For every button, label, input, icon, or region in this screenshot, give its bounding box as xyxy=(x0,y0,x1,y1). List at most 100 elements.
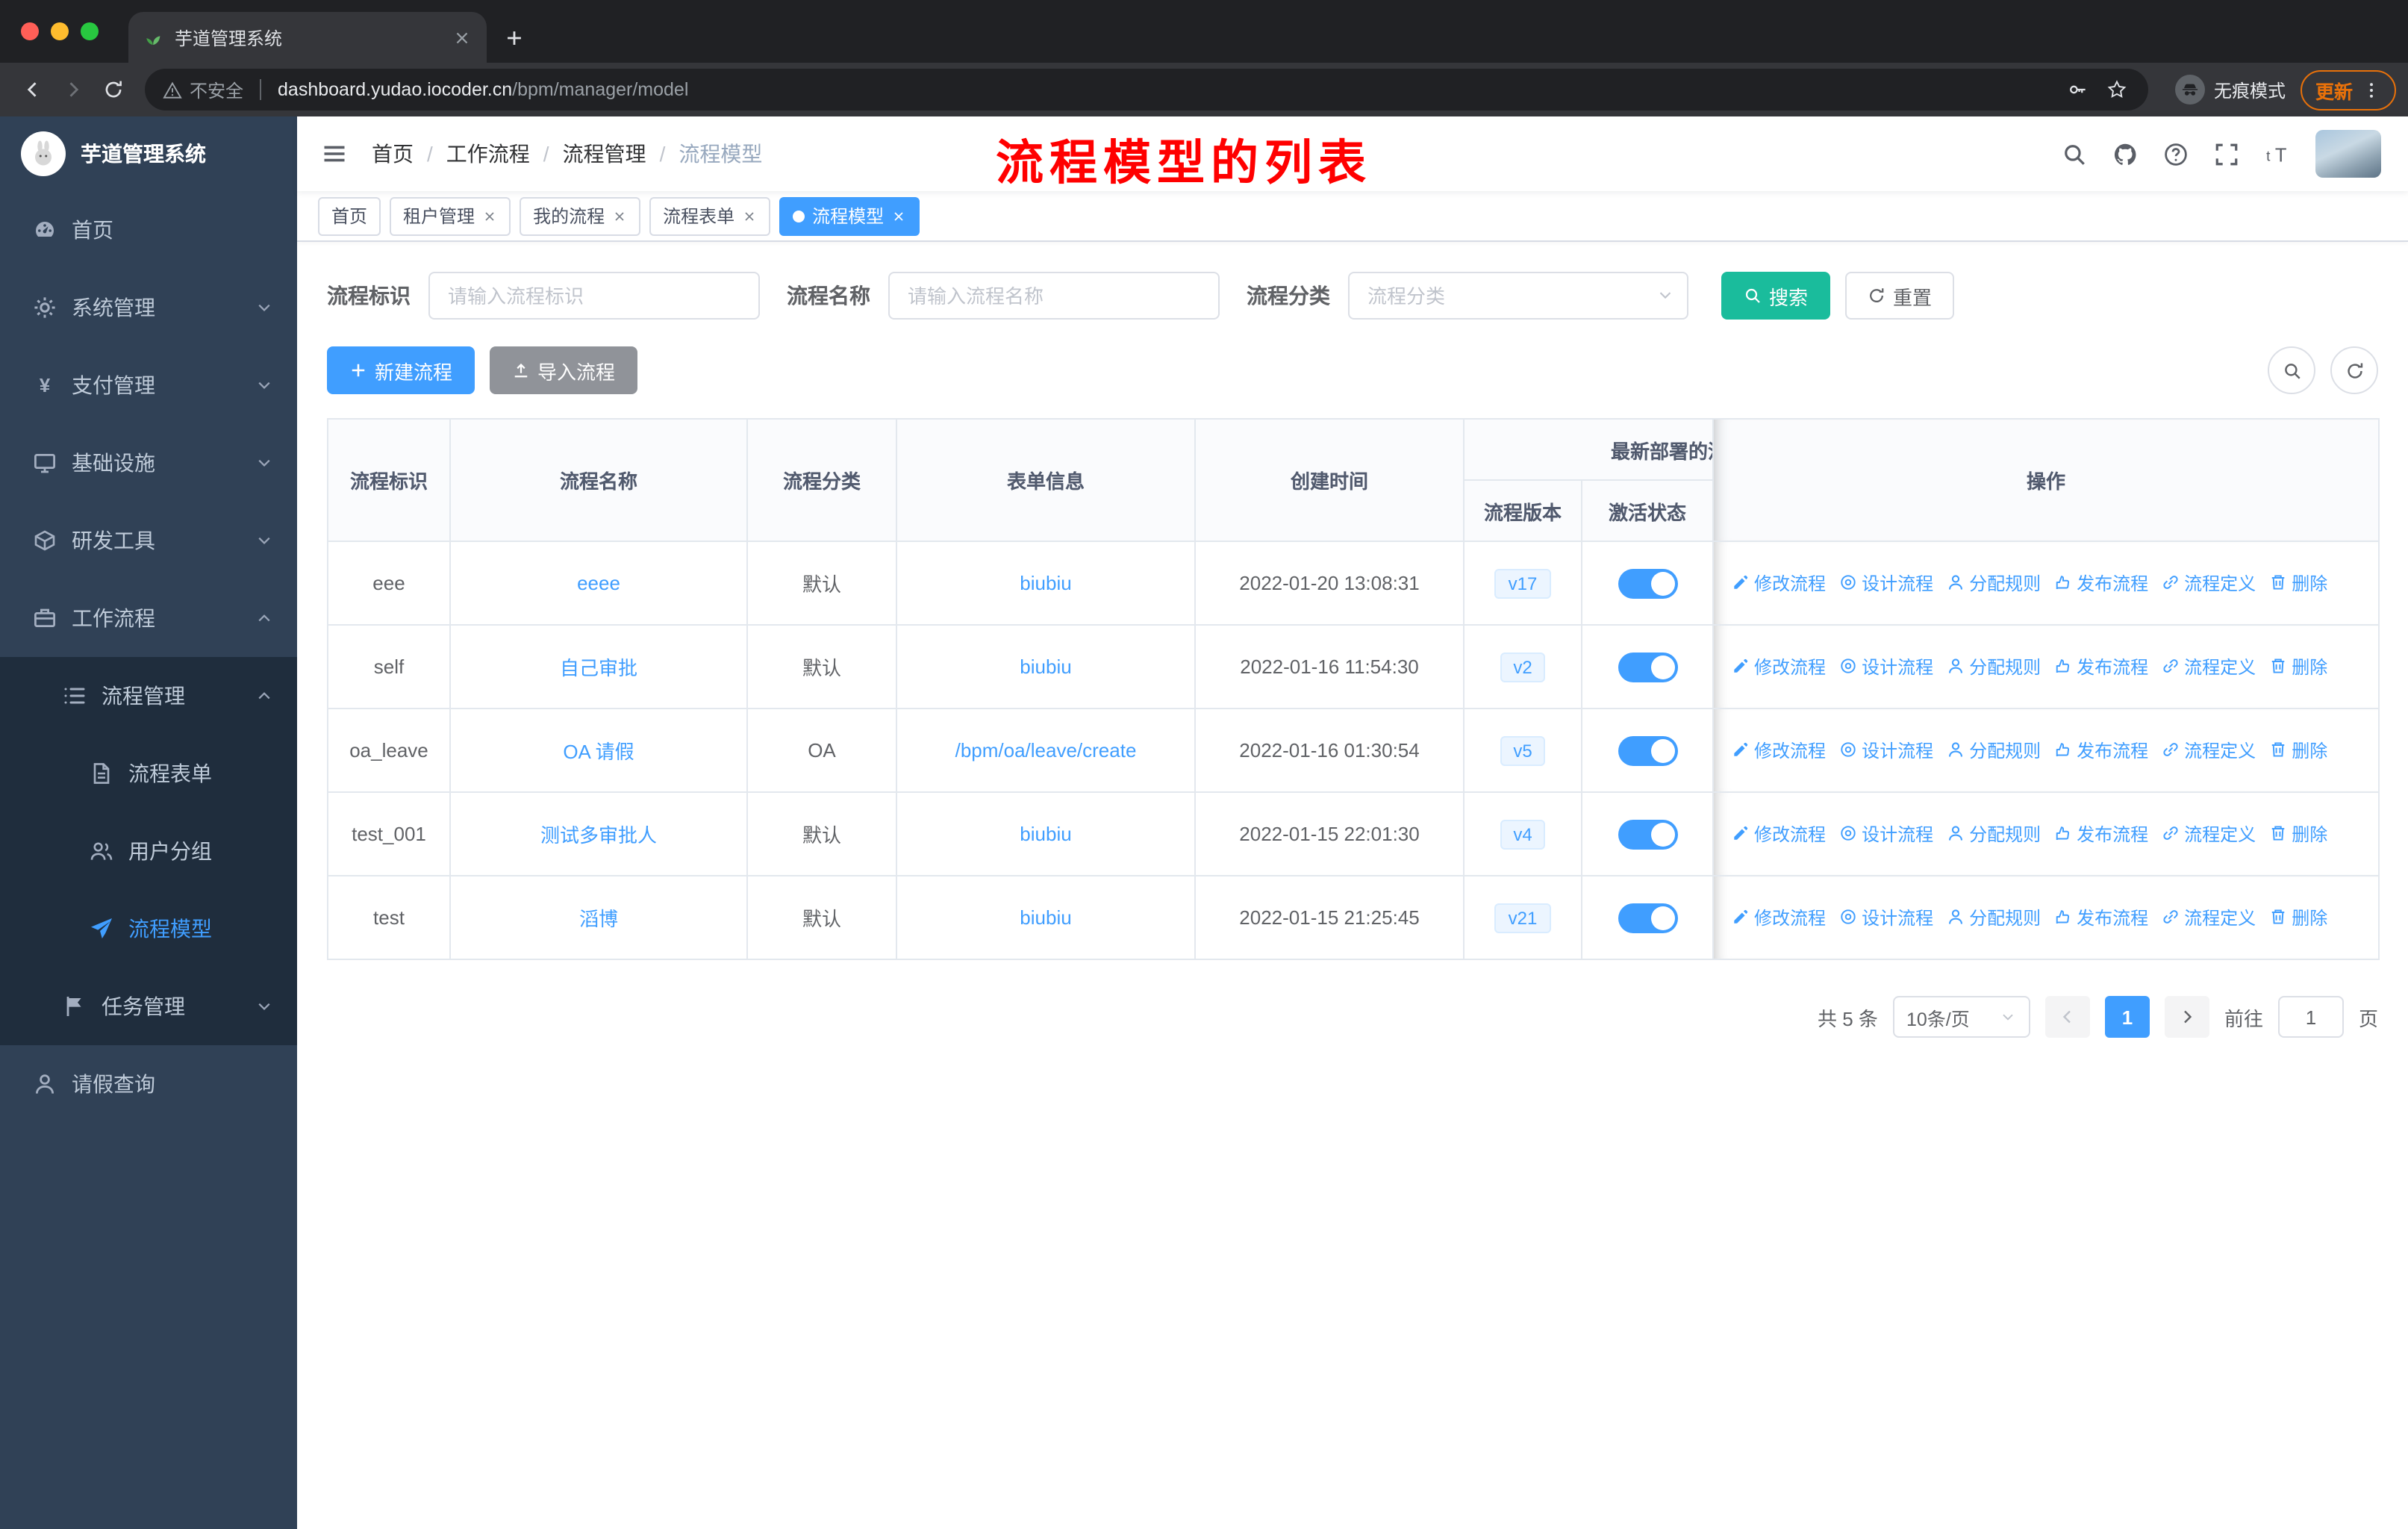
tag-0[interactable]: 首页 xyxy=(318,196,381,235)
import-process-button[interactable]: 导入流程 xyxy=(490,346,638,394)
toggle-search-button[interactable] xyxy=(2268,346,2315,394)
action-publish[interactable]: 发布流程 xyxy=(2054,738,2148,763)
tag-3[interactable]: 流程表单 xyxy=(649,196,771,235)
address-bar[interactable]: 不安全 dashboard.yudao.iocoder.cn/bpm/manag… xyxy=(145,69,2148,110)
breadcrumb-item[interactable]: 工作流程 xyxy=(446,139,530,169)
sidebar-item-leave-query[interactable]: 请假查询 xyxy=(0,1045,297,1123)
prev-page-button[interactable] xyxy=(2044,996,2090,1038)
minimize-window-button[interactable] xyxy=(51,22,69,40)
hamburger-icon[interactable] xyxy=(297,140,372,167)
action-publish[interactable]: 发布流程 xyxy=(2054,570,2148,596)
header-search-icon[interactable] xyxy=(2062,141,2087,166)
next-page-button[interactable] xyxy=(2164,996,2209,1038)
action-assign[interactable]: 分配规则 xyxy=(1947,738,2041,763)
action-publish[interactable]: 发布流程 xyxy=(2054,654,2148,679)
sidebar-item-task-mgmt[interactable]: 任务管理 xyxy=(0,968,297,1045)
tag-2[interactable]: 我的流程 xyxy=(520,196,641,235)
tab-close-icon[interactable] xyxy=(452,28,472,47)
active-toggle[interactable] xyxy=(1618,568,1677,598)
action-design[interactable]: 设计流程 xyxy=(1839,821,1933,847)
action-definition[interactable]: 流程定义 xyxy=(2162,821,2256,847)
sidebar-item-payment[interactable]: ¥ 支付管理 xyxy=(0,346,297,424)
form-link[interactable]: biubiu xyxy=(1020,572,1071,594)
close-icon[interactable] xyxy=(891,208,906,223)
action-assign[interactable]: 分配规则 xyxy=(1947,821,2041,847)
filter-category-select[interactable] xyxy=(1348,272,1688,320)
action-delete[interactable]: 删除 xyxy=(2269,905,2327,930)
github-icon[interactable] xyxy=(2112,141,2138,166)
bookmark-star-icon[interactable] xyxy=(2106,79,2127,100)
action-design[interactable]: 设计流程 xyxy=(1839,654,1933,679)
breadcrumb-item[interactable]: 流程管理 xyxy=(563,139,646,169)
action-publish[interactable]: 发布流程 xyxy=(2054,821,2148,847)
avatar[interactable] xyxy=(2315,130,2381,178)
filter-category-input[interactable] xyxy=(1348,272,1688,320)
zoom-window-button[interactable] xyxy=(81,22,99,40)
password-key-icon[interactable] xyxy=(2068,79,2089,100)
process-name-link[interactable]: 自己审批 xyxy=(560,657,637,679)
close-icon[interactable] xyxy=(612,208,627,223)
active-toggle[interactable] xyxy=(1618,735,1677,765)
create-process-button[interactable]: 新建流程 xyxy=(327,346,475,394)
action-edit[interactable]: 修改流程 xyxy=(1732,905,1826,930)
browser-tab[interactable]: 芋道管理系统 xyxy=(128,12,487,63)
tag-1[interactable]: 租户管理 xyxy=(390,196,511,235)
sidebar-item-process-model[interactable]: 流程模型 xyxy=(0,890,297,968)
form-link[interactable]: biubiu xyxy=(1020,823,1071,845)
active-toggle[interactable] xyxy=(1618,652,1677,682)
reload-button[interactable] xyxy=(93,69,133,110)
action-assign[interactable]: 分配规则 xyxy=(1947,654,2041,679)
action-edit[interactable]: 修改流程 xyxy=(1732,738,1826,763)
action-definition[interactable]: 流程定义 xyxy=(2162,738,2256,763)
sidebar-item-user-group[interactable]: 用户分组 xyxy=(0,812,297,890)
sidebar-item-system[interactable]: 系统管理 xyxy=(0,269,297,346)
process-name-link[interactable]: eeee xyxy=(577,572,620,594)
sidebar-item-infrastructure[interactable]: 基础设施 xyxy=(0,424,297,502)
action-definition[interactable]: 流程定义 xyxy=(2162,905,2256,930)
sidebar-item-process-form[interactable]: 流程表单 xyxy=(0,735,297,812)
form-link[interactable]: biubiu xyxy=(1020,906,1071,929)
action-design[interactable]: 设计流程 xyxy=(1839,570,1933,596)
action-definition[interactable]: 流程定义 xyxy=(2162,570,2256,596)
close-window-button[interactable] xyxy=(21,22,39,40)
sidebar-item-workflow[interactable]: 工作流程 xyxy=(0,579,297,657)
process-name-link[interactable]: 滔博 xyxy=(579,908,618,930)
action-delete[interactable]: 删除 xyxy=(2269,821,2327,847)
action-design[interactable]: 设计流程 xyxy=(1839,738,1933,763)
close-icon[interactable] xyxy=(482,208,497,223)
fullscreen-icon[interactable] xyxy=(2214,141,2239,166)
update-chrome-button[interactable]: 更新 xyxy=(2300,69,2396,110)
tag-4[interactable]: 流程模型 xyxy=(779,196,920,235)
action-edit[interactable]: 修改流程 xyxy=(1732,821,1826,847)
new-tab-button[interactable] xyxy=(505,28,524,48)
action-publish[interactable]: 发布流程 xyxy=(2054,905,2148,930)
filter-name-input[interactable] xyxy=(888,272,1220,320)
refresh-table-button[interactable] xyxy=(2330,346,2378,394)
process-name-link[interactable]: 测试多审批人 xyxy=(540,824,657,847)
process-name-link[interactable]: OA 请假 xyxy=(563,741,634,763)
sidebar-item-home[interactable]: 首页 xyxy=(0,191,297,269)
action-edit[interactable]: 修改流程 xyxy=(1732,654,1826,679)
action-assign[interactable]: 分配规则 xyxy=(1947,905,2041,930)
form-link[interactable]: biubiu xyxy=(1020,655,1071,678)
filter-key-input[interactable] xyxy=(428,272,760,320)
form-link[interactable]: /bpm/oa/leave/create xyxy=(955,739,1137,762)
reset-button[interactable]: 重置 xyxy=(1845,272,1955,320)
sidebar-item-devtools[interactable]: 研发工具 xyxy=(0,502,297,579)
action-design[interactable]: 设计流程 xyxy=(1839,905,1933,930)
close-icon[interactable] xyxy=(742,208,757,223)
action-assign[interactable]: 分配规则 xyxy=(1947,570,2041,596)
security-chip[interactable]: 不安全 xyxy=(163,77,243,102)
action-delete[interactable]: 删除 xyxy=(2269,738,2327,763)
active-toggle[interactable] xyxy=(1618,819,1677,849)
font-size-icon[interactable]: tT xyxy=(2265,141,2290,166)
back-button[interactable] xyxy=(12,69,52,110)
help-icon[interactable] xyxy=(2163,141,2189,166)
forward-button[interactable] xyxy=(52,69,93,110)
app-logo[interactable]: 芋道管理系统 xyxy=(0,116,297,191)
search-button[interactable]: 搜索 xyxy=(1721,272,1831,320)
page-size-select[interactable]: 10条/页 xyxy=(1892,996,2030,1038)
goto-page-input[interactable] xyxy=(2277,996,2344,1038)
browser-menu-icon[interactable] xyxy=(2362,80,2381,99)
action-edit[interactable]: 修改流程 xyxy=(1732,570,1826,596)
